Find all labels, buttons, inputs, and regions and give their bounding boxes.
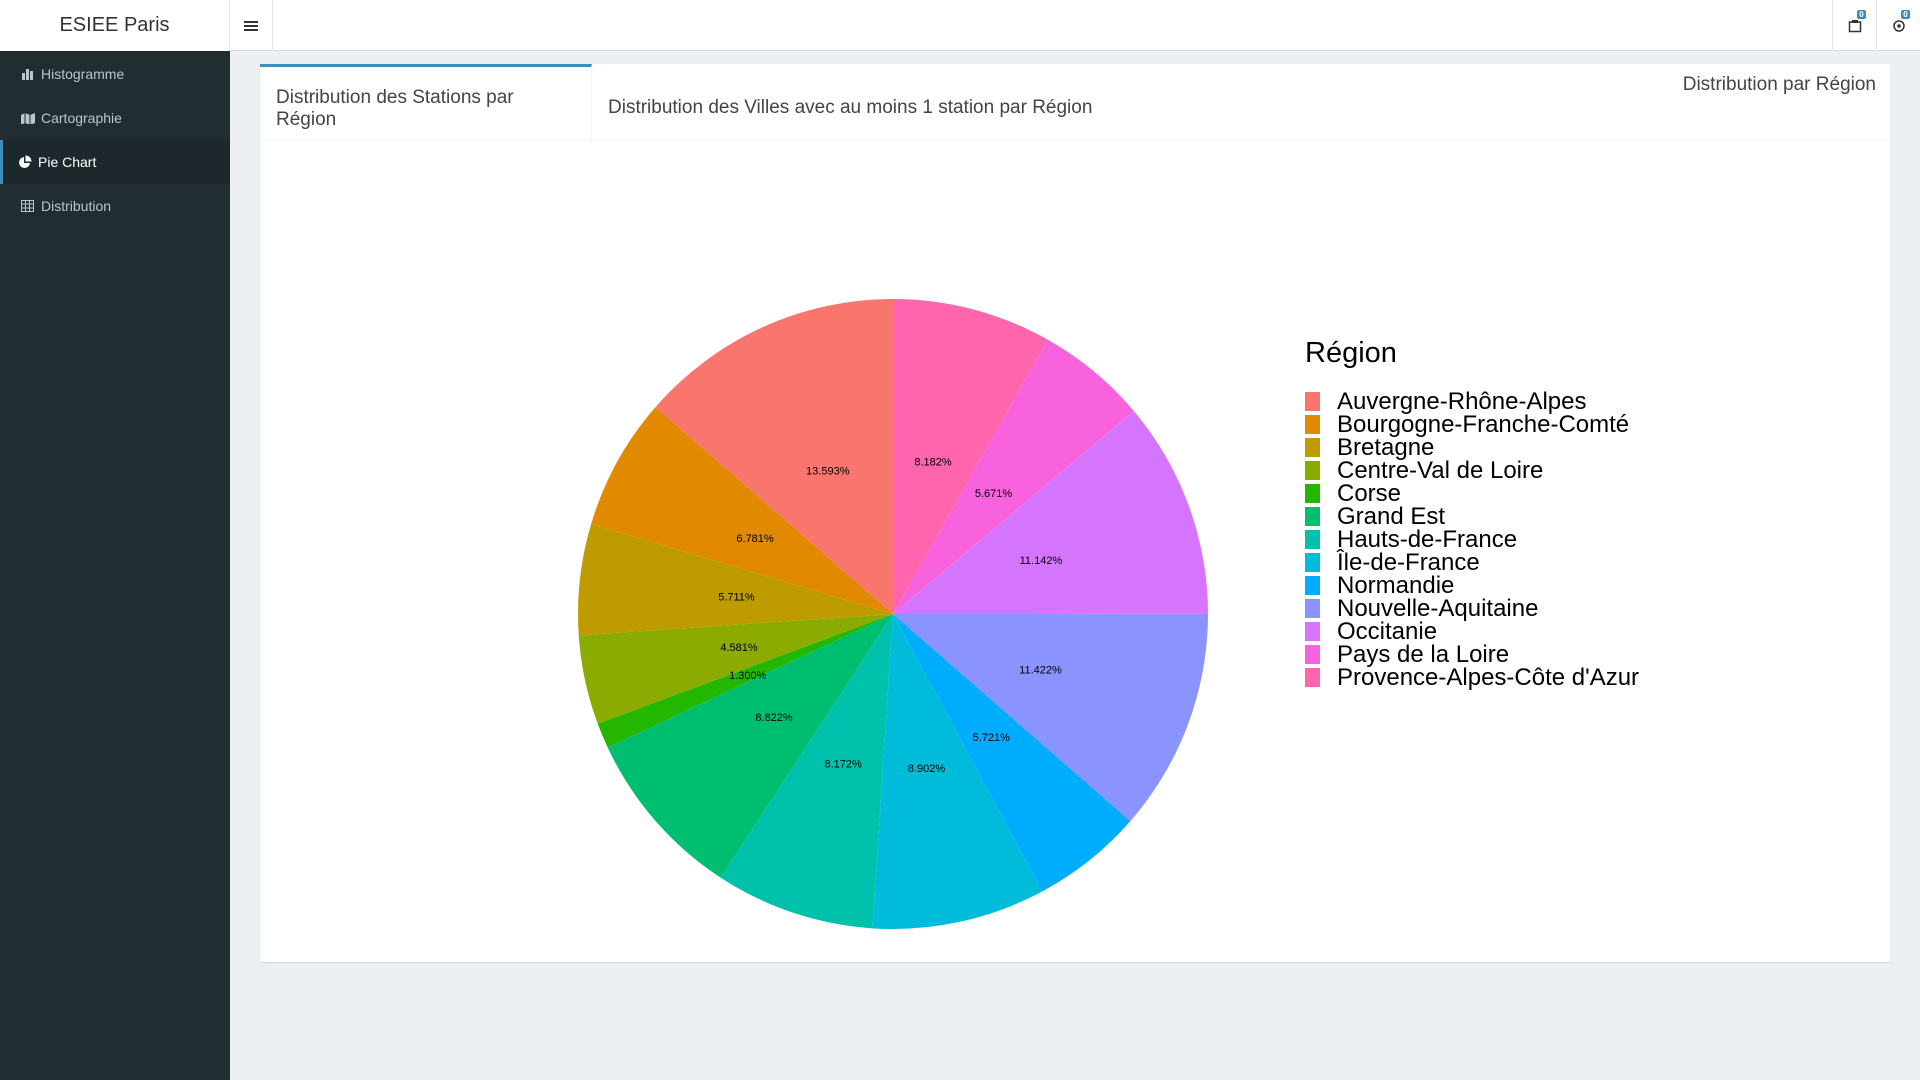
legend-swatch (1305, 599, 1320, 618)
sidebar-item-pie-chart[interactable]: Pie Chart (0, 140, 230, 184)
hamburger-icon (244, 20, 258, 31)
slice-label: 8.822% (755, 712, 793, 724)
slice-label: 6.781% (736, 533, 774, 545)
slice-label: 11.422% (1019, 664, 1062, 676)
legend-swatch (1305, 461, 1320, 480)
app-logo[interactable]: ESIEE Paris (0, 0, 230, 51)
navbar-right: 0 0 (1832, 0, 1920, 51)
top-header: ESIEE Paris 0 0 (0, 0, 1920, 51)
tasks-menu-button[interactable]: 0 (1832, 0, 1876, 51)
pie-chart-icon (18, 155, 34, 169)
bar-chart-icon (21, 67, 37, 81)
box-title: Distribution par Région (1682, 74, 1876, 95)
slice-label: 5.671% (975, 488, 1013, 500)
slice-label: 8.172% (824, 758, 862, 770)
tab-stations[interactable]: Distribution des Stations par Région (260, 64, 592, 141)
sidebar-item-label: Cartographie (41, 110, 122, 126)
sidebar-item-label: Histogramme (41, 66, 125, 82)
sidebar-item-cartographie[interactable]: Cartographie (0, 96, 230, 140)
tasks-badge: 0 (1857, 10, 1866, 19)
map-icon (21, 111, 37, 125)
tab-bar: Distribution des Stations par Région Dis… (260, 64, 1890, 141)
pie-chart: 13.593% 6.781% 5.711% 4.581% 1.300% 8.822% 8.1… (578, 299, 1639, 930)
sidebar-item-label: Distribution (41, 198, 112, 214)
settings-badge: 0 (1901, 10, 1910, 19)
legend-swatch (1305, 576, 1320, 595)
legend-swatch (1305, 553, 1320, 572)
slice-label: 5.721% (973, 732, 1011, 744)
sidebar-item-histogramme[interactable]: Histogramme (0, 52, 230, 96)
legend-swatch (1305, 507, 1320, 526)
legend-swatch (1305, 668, 1320, 687)
legend-swatch (1305, 484, 1320, 503)
slice-label: 5.711% (718, 592, 755, 604)
table-icon (21, 199, 37, 213)
slice-label: 1.300% (729, 670, 767, 682)
legend-swatch (1305, 438, 1320, 457)
slice-label: 8.182% (914, 457, 952, 469)
slice-label: 4.581% (720, 642, 758, 654)
slice-label: 13.593% (806, 466, 850, 478)
legend-label: Provence-Alpes-Côte d'Azur (1337, 664, 1639, 691)
tasks-icon (1848, 19, 1861, 32)
legend-swatch (1305, 415, 1320, 434)
slice-label: 8.902% (908, 763, 946, 775)
gear-icon (1892, 19, 1905, 32)
sidebar-toggle-button[interactable] (230, 0, 273, 51)
tab-box: Distribution des Stations par Région Dis… (260, 64, 1890, 962)
legend-swatch (1305, 645, 1320, 664)
legend-swatch (1305, 622, 1320, 641)
tab-villes[interactable]: Distribution des Villes avec au moins 1 … (592, 64, 1108, 141)
sidebar-item-distribution[interactable]: Distribution (0, 184, 230, 228)
slice-label: 11.142% (1020, 555, 1063, 567)
legend-swatch (1305, 392, 1320, 411)
sidebar: Histogramme Cartographie Pie Chart Distr… (0, 51, 230, 1080)
pie-chart-area: 13.593% 6.781% 5.711% 4.581% 1.300% 8.822% 8.1… (260, 142, 1890, 962)
sidebar-item-label: Pie Chart (38, 154, 97, 170)
settings-menu-button[interactable]: 0 (1876, 0, 1920, 51)
legend-title: Région (1305, 337, 1397, 369)
legend-swatch (1305, 530, 1320, 549)
